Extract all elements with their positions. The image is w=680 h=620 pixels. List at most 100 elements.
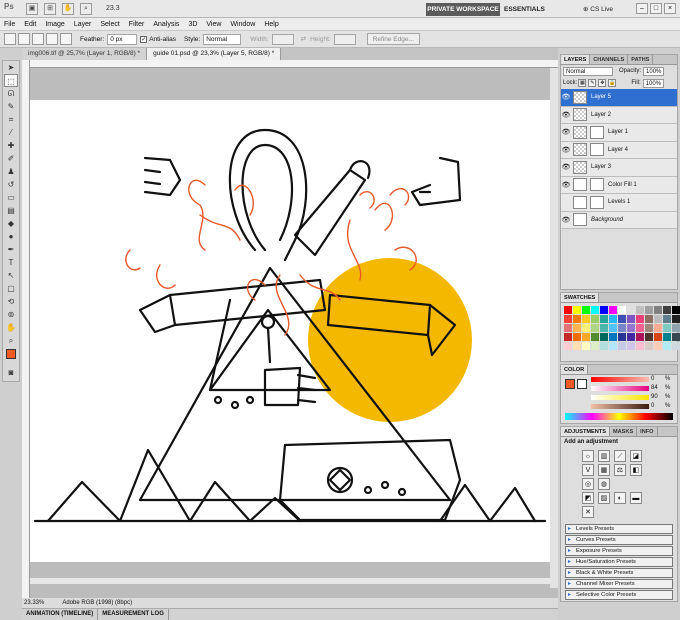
style-select[interactable]: Normal — [203, 33, 242, 45]
stamp-tool-icon[interactable]: ♟ — [4, 165, 18, 178]
opacity-input[interactable]: 100% — [643, 66, 665, 76]
color-swatch[interactable] — [609, 324, 617, 332]
color-slider-2[interactable] — [591, 386, 649, 391]
layer-row[interactable]: 👁 Color Fill 1 — [561, 176, 677, 194]
gradient-map-icon[interactable]: ▬ — [629, 492, 642, 504]
workspace-private-button[interactable]: PRIVATE WORKSPACE — [426, 3, 500, 16]
width-input[interactable] — [271, 33, 294, 45]
curves-icon[interactable]: ⟋ — [613, 450, 626, 462]
color-swatch[interactable] — [618, 324, 626, 332]
color-spectrum-bar[interactable] — [565, 413, 673, 420]
color-swatch[interactable] — [573, 342, 581, 350]
tab-adjustments[interactable]: ADJUSTMENTS — [561, 427, 610, 436]
invert-icon[interactable]: ◩ — [582, 492, 594, 504]
color-swatch[interactable] — [573, 324, 581, 332]
layer-row[interactable]: 👁 Layer 2 — [561, 106, 677, 124]
color-bg-swatch[interactable] — [577, 379, 587, 389]
color-swatch[interactable] — [672, 342, 680, 350]
threshold-icon[interactable]: ◐ — [613, 492, 626, 504]
tab-layers[interactable]: LAYERS — [561, 55, 591, 64]
color-value-1[interactable]: 0 — [651, 376, 654, 382]
color-value-2[interactable]: 84 — [651, 385, 658, 391]
color-swatch[interactable] — [663, 324, 671, 332]
eye-icon[interactable]: 👁 — [561, 111, 571, 119]
color-swatch[interactable] — [609, 333, 617, 341]
color-slider-4[interactable] — [591, 404, 649, 409]
zoom-level-menu[interactable]: 23.3 — [106, 5, 120, 12]
color-swatch[interactable] — [582, 342, 590, 350]
vertical-scrollbar[interactable] — [550, 68, 558, 588]
color-swatch[interactable] — [564, 333, 572, 341]
color-swatch[interactable] — [591, 306, 599, 314]
intersect-selection-icon[interactable] — [60, 33, 72, 45]
color-swatch[interactable] — [600, 324, 608, 332]
quick-select-tool-icon[interactable]: ✎ — [4, 100, 18, 113]
color-swatch[interactable] — [645, 333, 653, 341]
menu-filter[interactable]: Filter — [129, 21, 145, 28]
color-swatch[interactable] — [627, 324, 635, 332]
pen-tool-icon[interactable]: ✒ — [4, 243, 18, 256]
color-swatch[interactable] — [573, 315, 581, 323]
color-swatch[interactable] — [663, 342, 671, 350]
preset-curves[interactable]: Curves Presets — [565, 535, 673, 545]
color-swatch[interactable] — [654, 342, 662, 350]
color-swatch[interactable] — [654, 333, 662, 341]
lock-all-icon[interactable]: 🔒 — [608, 79, 617, 87]
shape-tool-icon[interactable]: ▢ — [4, 282, 18, 295]
selective-color-icon[interactable]: ✕ — [582, 506, 594, 518]
zoom-icon[interactable]: ⌕ — [80, 2, 92, 15]
3d-orbit-tool-icon[interactable]: ⊚ — [4, 308, 18, 321]
marquee-tool-icon[interactable]: ⬚ — [4, 74, 18, 87]
hand-icon[interactable]: ✋ — [62, 2, 74, 15]
horizontal-ruler[interactable] — [22, 60, 558, 68]
color-swatch[interactable] — [618, 333, 626, 341]
color-slider-3[interactable] — [591, 395, 649, 400]
eye-icon[interactable]: 👁 — [561, 198, 571, 206]
color-slider-1[interactable] — [591, 377, 649, 382]
eyedropper-tool-icon[interactable]: ⁄ — [4, 126, 18, 139]
color-fg-swatch[interactable] — [565, 379, 575, 389]
color-swatch[interactable] — [582, 324, 590, 332]
eye-icon[interactable]: 👁 — [561, 163, 571, 171]
dodge-tool-icon[interactable]: ● — [4, 230, 18, 243]
color-swatch[interactable] — [672, 333, 680, 341]
color-swatch[interactable] — [600, 306, 608, 314]
horizontal-scrollbar[interactable] — [30, 578, 550, 584]
color-swatch[interactable] — [600, 333, 608, 341]
tab-masks[interactable]: MASKS — [610, 427, 638, 436]
color-swatch[interactable] — [618, 342, 626, 350]
tab-info[interactable]: INFO — [637, 427, 658, 436]
swap-icon[interactable]: ⇄ — [301, 35, 306, 43]
minimize-icon[interactable]: – — [636, 3, 648, 14]
quick-mask-icon[interactable]: ◙ — [4, 366, 18, 379]
color-swatch[interactable] — [600, 315, 608, 323]
color-swatch[interactable] — [636, 333, 644, 341]
color-swatch[interactable] — [645, 315, 653, 323]
color-swatch[interactable] — [618, 315, 626, 323]
color-swatch[interactable] — [645, 306, 653, 314]
preset-exposure[interactable]: Exposure Presets — [565, 546, 673, 556]
menu-view[interactable]: View — [206, 21, 221, 28]
move-tool-icon[interactable]: ➤ — [4, 61, 18, 74]
color-swatch[interactable] — [573, 306, 581, 314]
layer-row[interactable]: 👁 Layer 4 — [561, 141, 677, 159]
refine-edge-button[interactable]: Refine Edge... — [366, 33, 420, 45]
exposure-icon[interactable]: ◪ — [629, 450, 642, 462]
eye-icon[interactable]: 👁 — [561, 128, 571, 136]
color-swatch[interactable] — [609, 315, 617, 323]
color-swatch[interactable] — [645, 324, 653, 332]
close-icon[interactable]: × — [664, 3, 676, 14]
foreground-color-swatch[interactable] — [6, 349, 16, 359]
new-selection-icon[interactable] — [18, 33, 30, 45]
vibrance-icon[interactable]: V — [582, 464, 594, 476]
artboard[interactable] — [30, 100, 550, 562]
color-swatch[interactable] — [600, 342, 608, 350]
blend-mode-select[interactable]: Normal — [563, 66, 613, 76]
preset-levels[interactable]: Levels Presets — [565, 524, 673, 534]
height-input[interactable] — [333, 33, 356, 45]
layer-row[interactable]: 👁 Layer 5 — [561, 89, 677, 107]
lock-transparency-icon[interactable]: ▦ — [578, 79, 587, 87]
channel-mixer-icon[interactable]: ◍ — [597, 478, 610, 490]
add-selection-icon[interactable] — [32, 33, 44, 45]
preset-selective-color[interactable]: Selective Color Presets — [565, 590, 673, 600]
